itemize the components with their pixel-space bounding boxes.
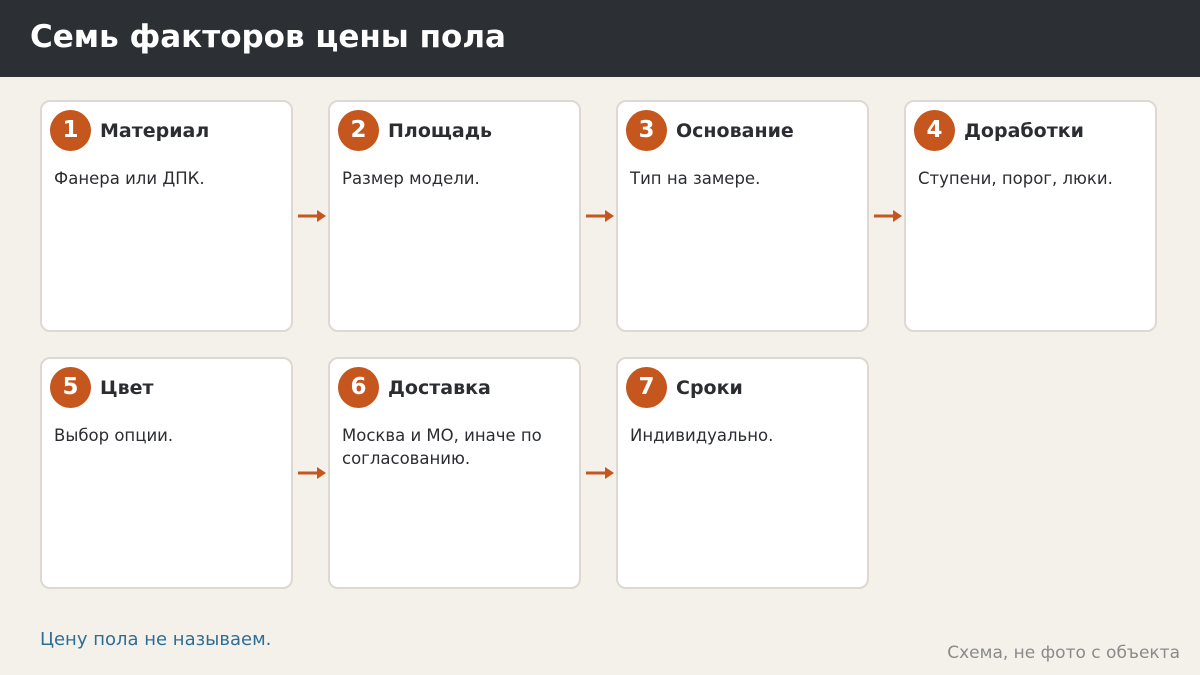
step-card-timing: 7 Сроки Индивидуально. [616, 357, 869, 589]
step-number-badge: 7 [626, 367, 667, 408]
step-card-area: 2 Площадь Размер модели. [328, 100, 581, 332]
step-card-base: 3 Основание Тип на замере. [616, 100, 869, 332]
price-note: Цену пола не называем. [40, 629, 272, 650]
arrow-right-icon [874, 210, 902, 222]
header-bar: Семь факторов цены пола [0, 0, 1200, 77]
step-card-material: 1 Материал Фанера или ДПК. [40, 100, 293, 332]
step-card-extras: 4 Доработки Ступени, порог, люки. [904, 100, 1157, 332]
step-number-badge: 2 [338, 110, 379, 151]
step-title: Доставка [388, 377, 491, 399]
arrow-right-icon [298, 467, 326, 479]
step-title: Цвет [100, 377, 154, 399]
step-title: Доработки [964, 120, 1084, 142]
step-title: Материал [100, 120, 210, 142]
step-title: Площадь [388, 120, 493, 142]
step-title: Основание [676, 120, 794, 142]
step-description: Выбор опции. [54, 426, 174, 445]
step-description: Тип на замере. [630, 169, 761, 188]
step-title: Сроки [676, 377, 743, 399]
step-number-badge: 1 [50, 110, 91, 151]
step-card-color: 5 Цвет Выбор опции. [40, 357, 293, 589]
schema-credit: Схема, не фото с объекта [947, 643, 1180, 663]
step-description: Индивидуально. [630, 426, 774, 445]
step-number-badge: 6 [338, 367, 379, 408]
step-number-badge: 5 [50, 367, 91, 408]
step-description: Фанера или ДПК. [54, 169, 205, 188]
step-number-badge: 3 [626, 110, 667, 151]
step-description: Размер модели. [342, 169, 480, 188]
arrow-right-icon [586, 467, 614, 479]
arrow-right-icon [586, 210, 614, 222]
arrow-right-icon [298, 210, 326, 222]
step-number-badge: 4 [914, 110, 955, 151]
step-description: Ступени, порог, люки. [918, 169, 1113, 188]
step-card-delivery: 6 Доставка Москва и МО, иначе по согласо… [328, 357, 581, 589]
step-description: Москва и МО, иначе по согласованию. [342, 426, 542, 468]
page-title: Семь факторов цены пола [30, 19, 506, 55]
